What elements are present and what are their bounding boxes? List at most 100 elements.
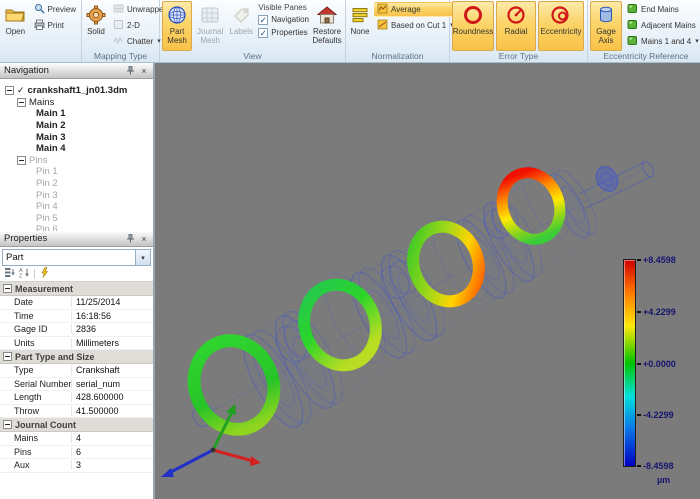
navigation-panel-title: Navigation xyxy=(4,65,49,76)
category-part-type-and-size[interactable]: Part Type and Size xyxy=(0,350,153,364)
properties-toolbar: AZ xyxy=(0,267,153,282)
print-icon xyxy=(34,19,45,32)
gage-axis-icon xyxy=(596,4,616,26)
tree-item-main-1[interactable]: Main 1 xyxy=(5,108,151,120)
ribbon-group-normalization: None Average Based on Cut 1 ▾ Normalizat… xyxy=(346,0,450,62)
collapse-icon[interactable] xyxy=(3,420,12,429)
tree-item-pin-6[interactable]: Pin 6 xyxy=(5,224,151,231)
collapse-icon[interactable] xyxy=(5,86,14,95)
property-row: Aux3 xyxy=(0,459,153,473)
checkbox-checked-icon: ✓ xyxy=(258,15,268,25)
group-label-view: View xyxy=(162,51,343,62)
check-icon: ✓ xyxy=(17,85,25,96)
pin-icon[interactable] xyxy=(125,66,135,76)
colorbar-tick-label: +4.2299 xyxy=(643,307,676,317)
colorbar-unit-label: µm xyxy=(657,475,670,485)
collapse-icon[interactable] xyxy=(17,98,26,107)
collapse-icon[interactable] xyxy=(3,352,12,361)
radial-icon xyxy=(505,4,527,26)
tree-item-pin-4[interactable]: Pin 4 xyxy=(5,201,151,213)
category-measurement[interactable]: Measurement xyxy=(0,282,153,296)
collapse-icon[interactable] xyxy=(17,156,26,165)
solid-button[interactable]: Solid xyxy=(84,1,108,51)
pin-icon[interactable] xyxy=(125,234,135,244)
ribbon-group-file: Open Preview Print xyxy=(0,0,82,62)
end-mains-button[interactable]: End Mains xyxy=(624,2,700,17)
end-mains-icon xyxy=(627,3,638,16)
categorized-sort-icon[interactable] xyxy=(4,265,15,283)
property-row: Pins6 xyxy=(0,446,153,460)
colorbar-tick-label: +0.0000 xyxy=(643,359,676,369)
collapse-icon[interactable] xyxy=(3,284,12,293)
crankshaft-wireframe xyxy=(190,159,656,435)
properties-scope-select[interactable]: Part ▾ xyxy=(2,249,151,266)
restore-defaults-button[interactable]: Restore Defaults xyxy=(311,1,343,51)
close-icon[interactable]: × xyxy=(139,66,149,76)
ribbon-group-view: Part Mesh Journal Mesh Labels Visible Pa… xyxy=(160,0,346,62)
ribbon-group-eccentricity-reference: Gage Axis End Mains Adjacent Mains Mains… xyxy=(588,0,700,62)
mains-1-and-4-icon xyxy=(627,35,638,48)
close-icon[interactable]: × xyxy=(139,234,149,244)
ribbon-group-error-type: Roundness Radial Eccentricity Error Type xyxy=(450,0,588,62)
solid-icon xyxy=(86,4,106,26)
mains-1-and-4-button[interactable]: Mains 1 and 4 ▾ xyxy=(624,34,700,49)
roundness-button[interactable]: Roundness xyxy=(452,1,494,51)
journal-mesh-icon xyxy=(200,4,220,26)
part-mesh-button[interactable]: Part Mesh xyxy=(162,1,192,51)
tree-item-mains[interactable]: Mains xyxy=(5,97,151,109)
property-row: Gage ID2836 xyxy=(0,323,153,337)
property-row: TypeCrankshaft xyxy=(0,364,153,378)
properties-pane-checkbox[interactable]: ✓ Properties xyxy=(256,26,309,39)
gage-axis-button[interactable]: Gage Axis xyxy=(590,1,622,51)
crankshaft-3d-scene xyxy=(155,63,698,499)
property-grid: Measurement Date11/25/2014 Time16:18:56 … xyxy=(0,282,153,499)
eccentricity-button[interactable]: Eccentricity xyxy=(538,1,584,51)
journal-mesh-button[interactable]: Journal Mesh xyxy=(194,1,226,51)
tree-item-main-3[interactable]: Main 3 xyxy=(5,131,151,143)
tree-item-pin-3[interactable]: Pin 3 xyxy=(5,189,151,201)
property-row: Date11/25/2014 xyxy=(0,296,153,310)
group-label-mapping-type: Mapping Type xyxy=(84,51,157,62)
properties-panel: Properties × Part ▾ AZ xyxy=(0,231,153,499)
house-icon xyxy=(317,4,337,26)
labels-button[interactable]: Labels xyxy=(228,1,254,51)
adjacent-mains-icon xyxy=(627,19,638,32)
eccentricity-icon xyxy=(550,4,572,26)
open-button[interactable]: Open xyxy=(2,1,29,51)
labels-icon xyxy=(232,4,251,26)
none-normalization-button[interactable]: None xyxy=(348,1,372,51)
svg-text:Z: Z xyxy=(19,274,23,279)
tree-item-root[interactable]: ✓ crankshaft1_jn01.3dm xyxy=(5,85,151,97)
property-row: Time16:18:56 xyxy=(0,310,153,324)
toolbar-separator xyxy=(34,269,35,279)
property-row: Mains4 xyxy=(0,432,153,446)
average-button[interactable]: Average xyxy=(374,2,457,17)
visible-panes-section: Visible Panes ✓ Navigation ✓ Properties xyxy=(256,1,309,51)
category-journal-count[interactable]: Journal Count xyxy=(0,418,153,432)
tree-item-pin-5[interactable]: Pin 5 xyxy=(5,213,151,225)
navigation-pane-checkbox[interactable]: ✓ Navigation xyxy=(256,13,309,26)
navigation-panel-titlebar: Navigation × xyxy=(0,63,153,79)
bars-icon xyxy=(350,4,370,26)
chevron-down-icon[interactable]: ▾ xyxy=(135,250,150,265)
tree-item-pins[interactable]: Pins xyxy=(5,155,151,167)
customize-icon[interactable] xyxy=(39,265,50,283)
adjacent-mains-button[interactable]: Adjacent Mains xyxy=(624,18,700,33)
3d-viewport[interactable]: +8.4598 +4.2299 +0.0000 -4.2299 -8.4598 … xyxy=(155,63,700,499)
based-on-cut-button[interactable]: Based on Cut 1 ▾ xyxy=(374,18,457,33)
property-row: Length428.600000 xyxy=(0,391,153,405)
ribbon-toolbar: Open Preview Print xyxy=(0,0,700,63)
tree-item-pin-2[interactable]: Pin 2 xyxy=(5,178,151,190)
radial-button[interactable]: Radial xyxy=(496,1,536,51)
preview-button[interactable]: Preview xyxy=(31,2,79,17)
tree-item-pin-1[interactable]: Pin 1 xyxy=(5,166,151,178)
tree-item-main-4[interactable]: Main 4 xyxy=(5,143,151,155)
group-label-eccentricity-reference: Eccentricity Reference xyxy=(590,51,700,62)
tree-item-main-2[interactable]: Main 2 xyxy=(5,120,151,132)
alphabetical-sort-icon[interactable]: AZ xyxy=(19,265,30,283)
open-folder-icon xyxy=(5,4,25,26)
colorbar-tick-label: -4.2299 xyxy=(643,410,674,420)
ribbon-group-mapping-type: Solid Unwrapped 2-D Chatter ▾ xyxy=(82,0,160,62)
visible-panes-label: Visible Panes xyxy=(256,2,309,13)
print-button[interactable]: Print xyxy=(31,18,79,33)
